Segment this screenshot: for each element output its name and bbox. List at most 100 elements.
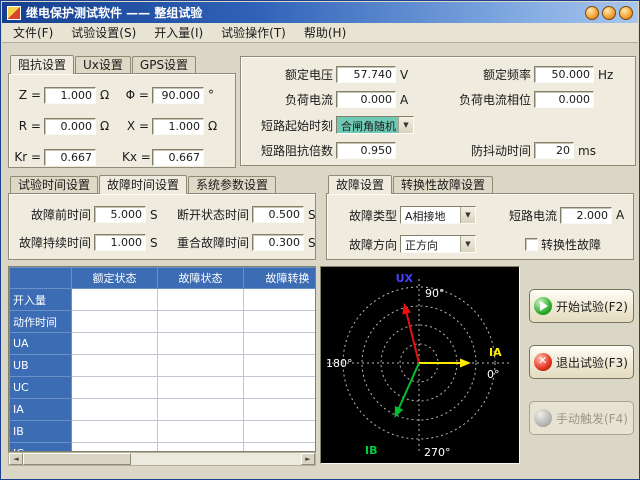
tab-convertible-fault-settings[interactable]: 转换性故障设置 xyxy=(393,176,493,193)
dropdown-arrow-icon[interactable]: ▼ xyxy=(460,207,475,223)
menu-item-file[interactable]: 文件(F) xyxy=(4,22,62,43)
deg-180-label: 180° xyxy=(326,357,353,370)
table-cell xyxy=(158,399,244,421)
minimize-button[interactable] xyxy=(585,6,599,20)
pre-fault-time-input[interactable]: 5.000 xyxy=(94,206,146,223)
load-current-unit: A xyxy=(399,93,408,107)
convertible-fault-label: 转换性故障 xyxy=(541,236,601,253)
phasor-panel: UX 90° IA 0° 180° 270° IB xyxy=(320,266,520,464)
ib-vector xyxy=(390,361,423,419)
load-current-label: 负荷电流 xyxy=(247,91,333,108)
impedance-panel-tabs: 阻抗设置 Ux设置 GPS设置 xyxy=(8,54,236,73)
start-test-button[interactable]: 开始试验(F2) xyxy=(529,289,634,323)
table-row-header: IC xyxy=(10,443,72,453)
menu-item-test-operation[interactable]: 试验操作(T) xyxy=(212,22,295,43)
open-state-time-input[interactable]: 0.500 xyxy=(252,206,304,223)
rating-panel: 额定电压 57.740 V 额定频率 50.000 Hz 负荷电流 0.000 … xyxy=(240,56,636,166)
table-row: 动作时间 xyxy=(10,311,317,333)
table-cell xyxy=(244,377,317,399)
tab-fault-time-settings[interactable]: 故障时间设置 xyxy=(99,175,187,194)
fault-type-label: 故障类型 xyxy=(333,207,397,224)
convertible-fault-checkbox[interactable] xyxy=(525,238,538,251)
tab-gps-settings[interactable]: GPS设置 xyxy=(132,56,196,73)
menu-item-test-settings[interactable]: 试验设置(S) xyxy=(62,22,145,43)
table-cell xyxy=(244,289,317,311)
kx-label: Kx = xyxy=(122,150,149,164)
phi-label: Φ = xyxy=(122,88,149,102)
table-corner-cell xyxy=(10,268,72,289)
table-row-header: UC xyxy=(10,377,72,399)
table-hscrollbar[interactable]: ◄ ► xyxy=(8,452,316,466)
manual-trigger-button[interactable]: 手动触发(F4) xyxy=(529,401,634,435)
fault-type-combo[interactable]: A相接地 ▼ xyxy=(400,206,476,224)
x-input[interactable]: 1.000 xyxy=(152,118,204,135)
table-row: IA xyxy=(10,399,317,421)
exit-icon xyxy=(534,353,552,371)
table-row: IC xyxy=(10,443,317,453)
fault-direction-value: 正方向 xyxy=(401,236,460,252)
tab-test-time-settings[interactable]: 试验时间设置 xyxy=(10,176,98,193)
exit-test-button[interactable]: 退出试验(F3) xyxy=(529,345,634,379)
impedance-multiple-input[interactable]: 0.950 xyxy=(336,142,396,159)
open-state-time-label: 断开状态时间 xyxy=(165,206,249,223)
tab-ux-settings[interactable]: Ux设置 xyxy=(75,56,131,73)
start-icon xyxy=(534,297,552,315)
manual-trigger-icon xyxy=(534,409,552,427)
table-cell xyxy=(244,399,317,421)
phi-input[interactable]: 90.000 xyxy=(152,87,204,104)
debounce-time-unit: ms xyxy=(577,144,596,158)
scroll-thumb[interactable] xyxy=(23,453,131,465)
table-cell xyxy=(72,333,158,355)
column-header-fault-transfer: 故障转换 xyxy=(244,268,317,289)
rated-frequency-unit: Hz xyxy=(597,68,613,82)
fault-direction-combo[interactable]: 正方向 ▼ xyxy=(400,235,476,253)
menu-item-help[interactable]: 帮助(H) xyxy=(295,22,355,43)
maximize-button[interactable] xyxy=(602,6,616,20)
scroll-right-icon[interactable]: ► xyxy=(301,453,315,465)
fault-panel: 故障设置 转换性故障设置 故障类型 A相接地 ▼ 短路电流 2.000 xyxy=(326,174,634,260)
table-row: UA xyxy=(10,333,317,355)
window-controls xyxy=(585,6,633,20)
close-button[interactable] xyxy=(619,6,633,20)
short-circuit-start-combo[interactable]: 合闸角随机 ▼ xyxy=(336,116,414,134)
scroll-left-icon[interactable]: ◄ xyxy=(9,453,23,465)
dropdown-arrow-icon[interactable]: ▼ xyxy=(398,117,413,133)
tab-impedance-settings[interactable]: 阻抗设置 xyxy=(10,55,74,74)
exit-test-label: 退出试验(F3) xyxy=(556,354,628,371)
pre-fault-time-unit: S xyxy=(149,208,158,222)
deg-0-label: 0° xyxy=(487,368,500,381)
column-header-fault-state: 故障状态 xyxy=(158,268,244,289)
ia-axis-label: IA xyxy=(489,346,502,359)
load-current-phase-label: 负荷电流相位 xyxy=(447,91,531,108)
load-current-input[interactable]: 0.000 xyxy=(336,91,396,108)
kr-label: Kr = xyxy=(14,150,41,164)
load-current-phase-input[interactable]: 0.000 xyxy=(534,91,594,108)
table-cell xyxy=(72,289,158,311)
table-cell xyxy=(158,355,244,377)
dropdown-arrow-icon[interactable]: ▼ xyxy=(460,236,475,252)
z-label: Z = xyxy=(14,88,41,102)
table-cell xyxy=(158,443,244,453)
kx-input[interactable]: 0.667 xyxy=(152,149,204,166)
table-row-header: 开入量 xyxy=(10,289,72,311)
z-input[interactable]: 1.000 xyxy=(44,87,96,104)
impedance-panel: 阻抗设置 Ux设置 GPS设置 Z = 1.000 Ω Φ = 90.000 °… xyxy=(8,54,236,168)
r-unit: Ω xyxy=(99,119,109,133)
kr-input[interactable]: 0.667 xyxy=(44,149,96,166)
deg-270-label: 270° xyxy=(424,446,451,459)
rated-frequency-input[interactable]: 50.000 xyxy=(534,66,594,83)
table-row-header: IB xyxy=(10,421,72,443)
result-table: 额定状态 故障状态 故障转换 开入量 动作时间 UA UB UC IA IB I… xyxy=(8,266,316,452)
tab-fault-settings[interactable]: 故障设置 xyxy=(328,175,392,194)
reclose-fault-time-unit: S xyxy=(307,236,316,250)
short-circuit-current-input[interactable]: 2.000 xyxy=(560,207,612,224)
tab-system-params-settings[interactable]: 系统参数设置 xyxy=(188,176,276,193)
impedance-multiple-label: 短路阻抗倍数 xyxy=(247,142,333,159)
x-unit: Ω xyxy=(207,119,217,133)
menu-item-binary-input[interactable]: 开入量(I) xyxy=(145,22,212,43)
debounce-time-input[interactable]: 20 xyxy=(534,142,574,159)
reclose-fault-time-input[interactable]: 0.300 xyxy=(252,234,304,251)
fault-duration-input[interactable]: 1.000 xyxy=(94,234,146,251)
rated-voltage-input[interactable]: 57.740 xyxy=(336,66,396,83)
r-input[interactable]: 0.000 xyxy=(44,118,96,135)
